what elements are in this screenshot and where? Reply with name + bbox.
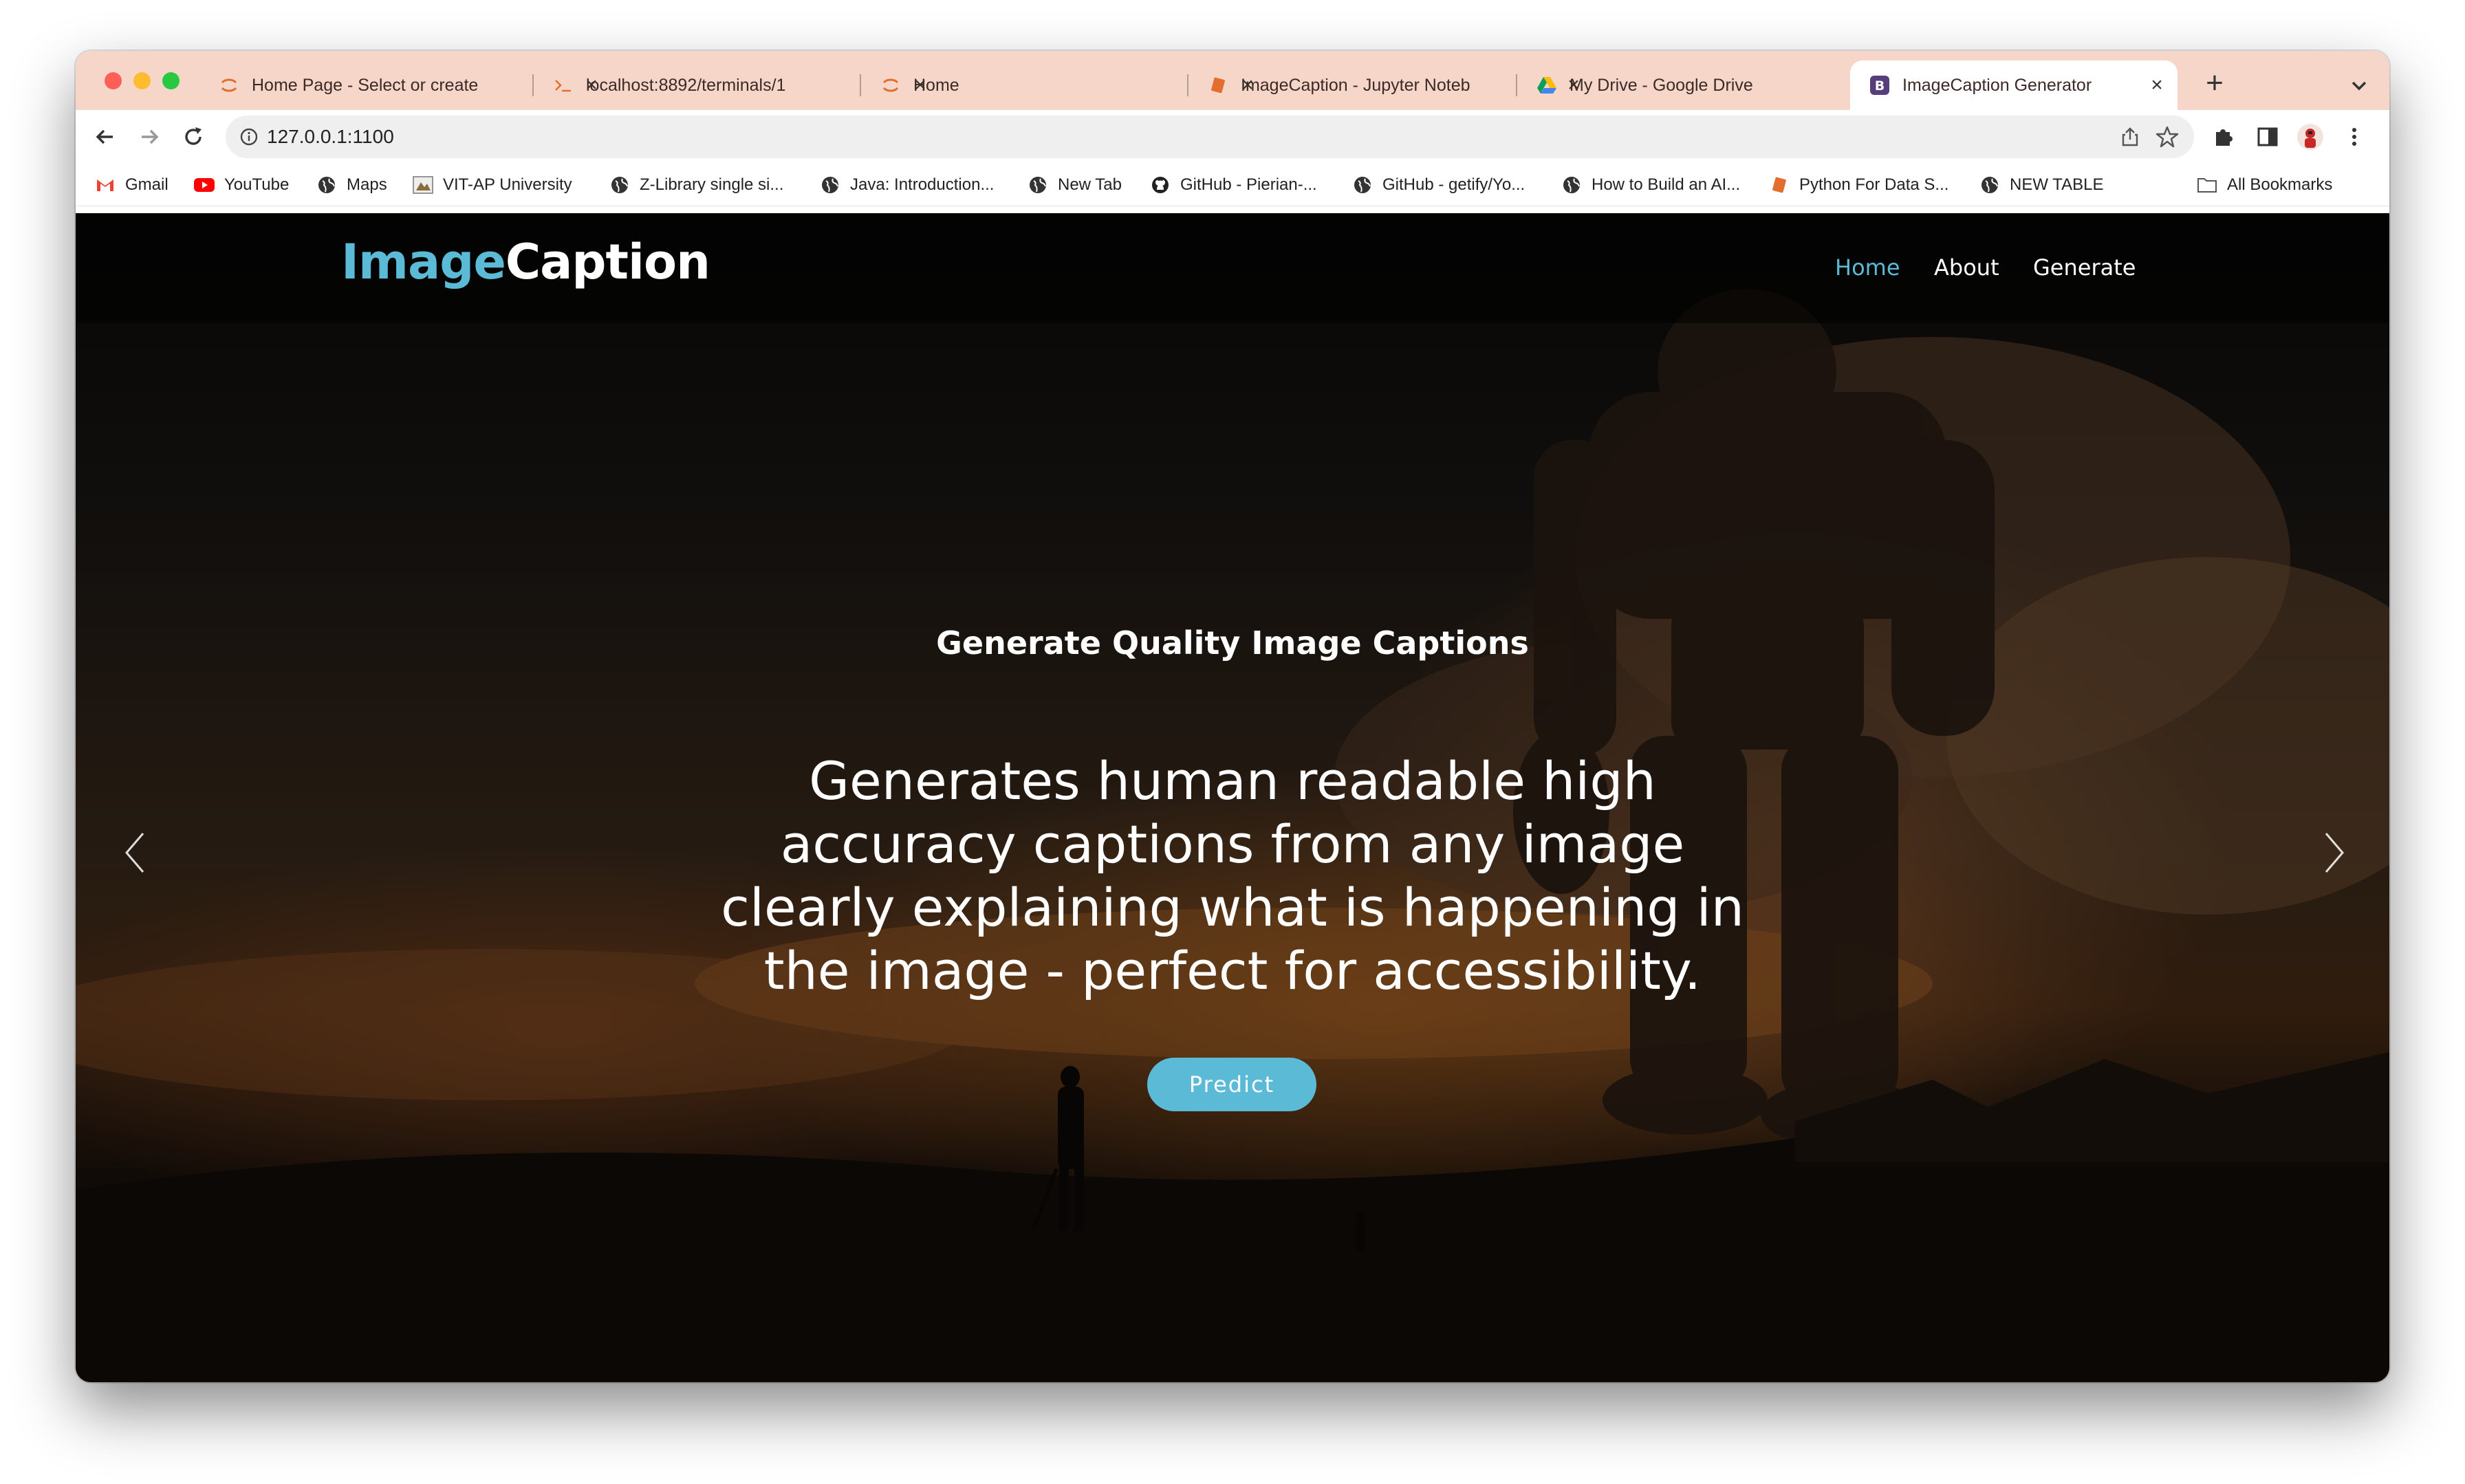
side-panel-icon bbox=[2257, 127, 2278, 146]
globe-icon bbox=[820, 175, 840, 195]
notebook-icon bbox=[1208, 75, 1228, 96]
bookmark-github-getify[interactable]: GitHub - getify/Yo... bbox=[1352, 164, 1525, 206]
bookmarks-bar: Gmail YouTube Maps VIT-AP University Z-L… bbox=[76, 164, 2389, 206]
globe-icon bbox=[1979, 175, 2000, 195]
globe-icon bbox=[609, 175, 630, 195]
bookmark-github-pierian[interactable]: GitHub - Pierian-... bbox=[1150, 164, 1317, 206]
nav-home[interactable]: Home bbox=[1835, 254, 1900, 281]
bookmark-label: How to Build an AI... bbox=[1592, 175, 1741, 194]
tab-title: ImageCaption Generator bbox=[1902, 75, 2092, 95]
bookmark-label: GitHub - Pierian-... bbox=[1180, 175, 1317, 194]
browser-menu-button[interactable] bbox=[2338, 121, 2370, 153]
chevron-right-icon bbox=[2325, 833, 2344, 873]
carousel-prev-button[interactable] bbox=[117, 825, 151, 880]
github-icon bbox=[1150, 175, 1171, 195]
tab-search-button[interactable] bbox=[2345, 72, 2373, 99]
bookmark-star-icon[interactable] bbox=[2155, 125, 2179, 152]
bookmark-build-ai[interactable]: How to Build an AI... bbox=[1561, 164, 1740, 206]
kebab-menu-icon bbox=[2352, 128, 2356, 146]
url-text: 127.0.0.1:1100 bbox=[267, 126, 394, 147]
university-icon bbox=[413, 175, 433, 195]
address-bar[interactable]: 127.0.0.1:1100 bbox=[226, 116, 2194, 158]
bookmark-z-library[interactable]: Z-Library single si... bbox=[609, 164, 783, 206]
bookmark-label: Gmail bbox=[125, 175, 169, 194]
globe-icon bbox=[1561, 175, 1582, 195]
predict-button[interactable]: Predict bbox=[1147, 1058, 1316, 1111]
youtube-icon bbox=[194, 175, 215, 195]
close-icon[interactable]: × bbox=[2143, 74, 2171, 97]
site-navbar: ImageCaption Home About Generate bbox=[76, 213, 2389, 323]
info-icon[interactable] bbox=[239, 127, 259, 150]
logo-part-caption: Caption bbox=[505, 234, 710, 290]
bookmark-label: New Tab bbox=[1058, 175, 1122, 194]
close-window-button[interactable] bbox=[105, 72, 122, 89]
minimize-window-button[interactable] bbox=[133, 72, 151, 89]
svg-text:B: B bbox=[1875, 78, 1885, 94]
logo-part-image: Image bbox=[341, 234, 506, 290]
new-tab-button[interactable]: + bbox=[2194, 66, 2235, 100]
bookmark-label: Z-Library single si... bbox=[640, 175, 784, 194]
bookmark-label: YouTube bbox=[224, 175, 290, 194]
tab-title: My Drive - Google Drive bbox=[1570, 75, 1753, 95]
bookmark-label: GitHub - getify/Yo... bbox=[1382, 175, 1525, 194]
reload-icon bbox=[185, 127, 202, 145]
arrow-left-icon bbox=[96, 129, 113, 144]
avatar-icon bbox=[2297, 124, 2323, 150]
bookmark-new-tab[interactable]: New Tab bbox=[1028, 164, 1122, 206]
puzzle-icon bbox=[2216, 129, 2233, 146]
bookmark-label: Java: Introduction... bbox=[850, 175, 995, 194]
globe-icon bbox=[316, 175, 337, 195]
jupyter-icon bbox=[219, 75, 239, 96]
maximize-window-button[interactable] bbox=[162, 72, 180, 89]
bookmark-python-data[interactable]: Python For Data S... bbox=[1769, 164, 1948, 206]
bookmark-maps[interactable]: Maps bbox=[316, 164, 387, 206]
all-bookmarks[interactable]: All Bookmarks bbox=[2197, 164, 2332, 206]
bootstrap-icon: B bbox=[1869, 75, 1890, 96]
browser-toolbar: 127.0.0.1:1100 bbox=[76, 110, 2389, 164]
bookmark-label: NEW TABLE bbox=[2010, 175, 2104, 194]
hero-kicker: Generate Quality Image Captions bbox=[936, 624, 1529, 662]
bookmark-gmail[interactable]: Gmail bbox=[95, 164, 169, 206]
bookmark-label: VIT-AP University bbox=[443, 175, 572, 194]
back-button[interactable] bbox=[89, 121, 121, 153]
bookmark-label: Python For Data S... bbox=[1799, 175, 1949, 194]
hero-carousel: ImageCaption Home About Generate Generat… bbox=[76, 213, 2389, 1382]
terminal-icon bbox=[553, 75, 574, 96]
share-icon[interactable] bbox=[2120, 127, 2140, 151]
hero-description: Generates human readable high accuracy c… bbox=[721, 750, 1744, 1001]
gmail-icon bbox=[95, 175, 116, 195]
chevron-left-icon bbox=[125, 833, 144, 873]
bookmark-new-table[interactable]: NEW TABLE bbox=[1979, 164, 2103, 206]
browser-window: Home Page - Select or create × localhost… bbox=[76, 51, 2389, 1382]
tab-strip: Home Page - Select or create × localhost… bbox=[76, 51, 2389, 110]
tab-title: Home bbox=[913, 75, 959, 95]
extensions-button[interactable] bbox=[2208, 121, 2239, 153]
carousel-next-button[interactable] bbox=[2318, 825, 2352, 880]
site-logo[interactable]: ImageCaption bbox=[341, 234, 710, 290]
tab-title: Home Page - Select or create bbox=[252, 75, 479, 95]
globe-icon bbox=[1352, 175, 1373, 195]
notebook-icon bbox=[1769, 175, 1790, 195]
chevron-down-icon bbox=[2352, 81, 2367, 91]
folder-icon bbox=[2197, 175, 2217, 195]
bookmark-youtube[interactable]: YouTube bbox=[194, 164, 289, 206]
bookmark-label: Maps bbox=[347, 175, 387, 194]
bookmark-label: All Bookmarks bbox=[2227, 175, 2333, 194]
reload-button[interactable] bbox=[177, 121, 209, 153]
side-panel-button[interactable] bbox=[2252, 121, 2283, 153]
jupyter-icon bbox=[880, 75, 901, 96]
tab-title: localhost:8892/terminals/1 bbox=[586, 75, 786, 95]
google-drive-icon bbox=[1536, 75, 1557, 96]
profile-avatar[interactable] bbox=[2294, 121, 2326, 153]
globe-icon bbox=[1028, 175, 1048, 195]
nav-about[interactable]: About bbox=[1934, 254, 1999, 281]
forward-button[interactable] bbox=[133, 121, 165, 153]
bookmark-vit-ap[interactable]: VIT-AP University bbox=[413, 164, 572, 206]
arrow-right-icon bbox=[142, 129, 159, 144]
tab-title: ImageCaption - Jupyter Noteb bbox=[1241, 75, 1470, 95]
nav-generate[interactable]: Generate bbox=[2033, 254, 2136, 281]
tab-imagecaption-generator[interactable]: B ImageCaption Generator × bbox=[1850, 61, 2178, 110]
bookmark-java[interactable]: Java: Introduction... bbox=[820, 164, 994, 206]
